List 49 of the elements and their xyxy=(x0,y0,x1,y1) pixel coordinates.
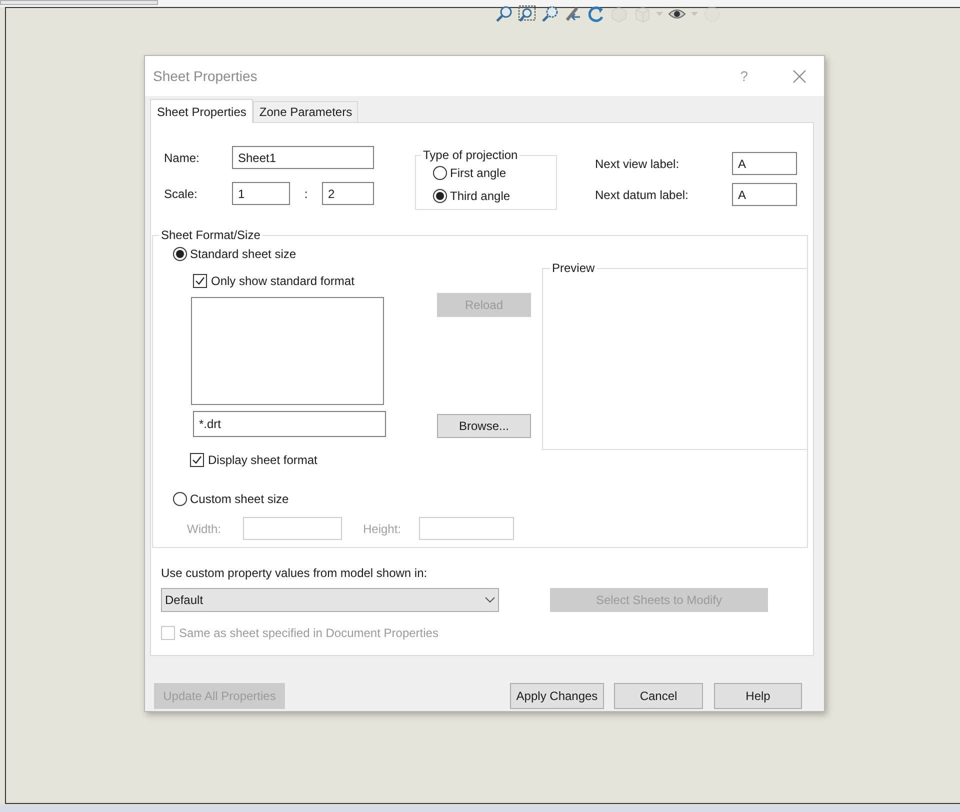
button[interactable]: Cancel xyxy=(614,683,703,709)
field-label: Next view label: xyxy=(595,156,680,172)
field-label: Name: xyxy=(164,150,200,166)
button[interactable]: Apply Changes xyxy=(510,683,604,709)
text-field[interactable]: A xyxy=(732,183,797,206)
rotate-icon[interactable] xyxy=(587,5,605,23)
button[interactable]: Browse... xyxy=(437,414,531,438)
radio-button[interactable] xyxy=(173,247,187,261)
option-label: Third angle xyxy=(450,188,510,205)
radio-button[interactable] xyxy=(433,166,447,180)
chevron-down-icon xyxy=(485,597,495,603)
option-label: Custom sheet size xyxy=(190,491,289,508)
field-label: Scale: xyxy=(164,186,198,202)
radio-button[interactable] xyxy=(433,189,447,203)
text-field[interactable]: 2 xyxy=(322,182,374,205)
checkbox-label: Same as sheet specified in Document Properties xyxy=(179,625,438,642)
tab[interactable]: Sheet Properties xyxy=(150,99,254,123)
previous-view-icon[interactable] xyxy=(564,5,582,23)
text-field[interactable] xyxy=(243,517,342,540)
dropdown-value: Default xyxy=(165,592,204,609)
group-title: Sheet Format/Size xyxy=(160,227,262,244)
checkbox[interactable] xyxy=(190,453,204,467)
tab[interactable]: Zone Parameters xyxy=(253,101,358,122)
text-field[interactable]: A xyxy=(732,152,797,175)
radio-button[interactable] xyxy=(173,492,187,506)
list-box[interactable] xyxy=(191,297,384,405)
close-icon[interactable] xyxy=(793,70,806,82)
field-label: Width: xyxy=(187,520,222,538)
checkbox-label: Only show standard format xyxy=(211,273,354,290)
text-field[interactable] xyxy=(419,517,514,540)
button[interactable]: Help xyxy=(714,683,802,709)
text-field[interactable]: Sheet1 xyxy=(232,146,374,169)
group-title: Type of projection xyxy=(422,147,519,164)
field-label: Next datum label: xyxy=(595,186,690,204)
option-label: First angle xyxy=(450,165,506,182)
zoom-area-icon[interactable] xyxy=(518,5,536,23)
zoom-fit-icon[interactable] xyxy=(495,5,513,23)
separator: : xyxy=(303,186,309,202)
text-field[interactable]: 1 xyxy=(232,182,290,205)
dropdown[interactable]: Default xyxy=(161,588,499,612)
field-label: Height: xyxy=(363,520,402,538)
text-field[interactable]: *.drt xyxy=(193,411,386,437)
option-label: Standard sheet size xyxy=(190,246,296,263)
checkbox[interactable] xyxy=(193,274,207,288)
window-title: Sheet Properties xyxy=(153,66,258,86)
group-title: Preview xyxy=(551,260,596,277)
checkbox-label: Display sheet format xyxy=(208,452,318,469)
field-label: Use custom property values from model shown in: xyxy=(161,565,428,582)
zoom-selection-icon[interactable] xyxy=(541,5,559,23)
